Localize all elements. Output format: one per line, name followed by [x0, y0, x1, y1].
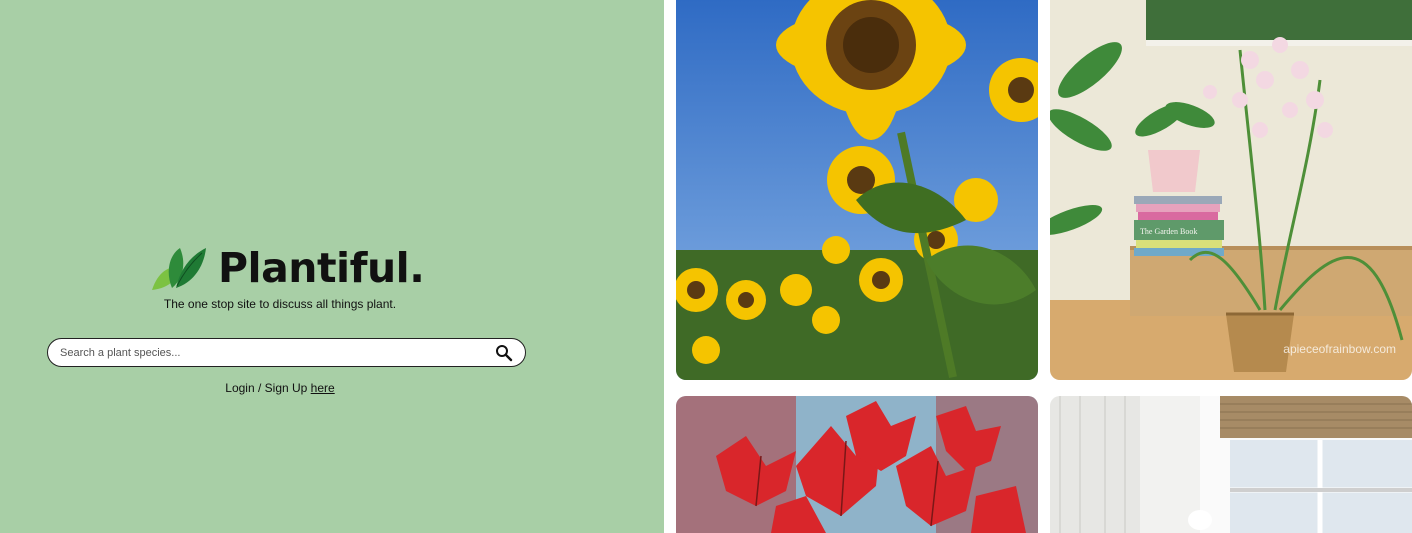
search-bar: [47, 338, 526, 367]
gallery-image-window-room[interactable]: [1050, 396, 1412, 533]
gallery-image-sunflowers[interactable]: [676, 0, 1038, 380]
book-title: The Garden Book: [1140, 227, 1198, 236]
signup-link[interactable]: here: [311, 381, 335, 395]
auth-prefix: Login / Sign Up: [225, 381, 311, 395]
gallery-image-houseplants[interactable]: The Garden Book apieceofrainbow.com: [1050, 0, 1412, 380]
image-watermark: apieceofrainbow.com: [1283, 342, 1396, 356]
hero-panel: Plantiful. The one stop site to discuss …: [0, 0, 664, 533]
tagline: The one stop site to discuss all things …: [163, 297, 397, 311]
brand: Plantiful.: [150, 244, 425, 292]
search-input[interactable]: [58, 339, 482, 367]
brand-name: Plantiful.: [218, 244, 425, 292]
auth-line: Login / Sign Up here: [0, 381, 560, 395]
search-icon[interactable]: [495, 344, 513, 362]
gallery-image-red-leaves[interactable]: [676, 396, 1038, 533]
leaf-logo-icon: [152, 248, 206, 290]
